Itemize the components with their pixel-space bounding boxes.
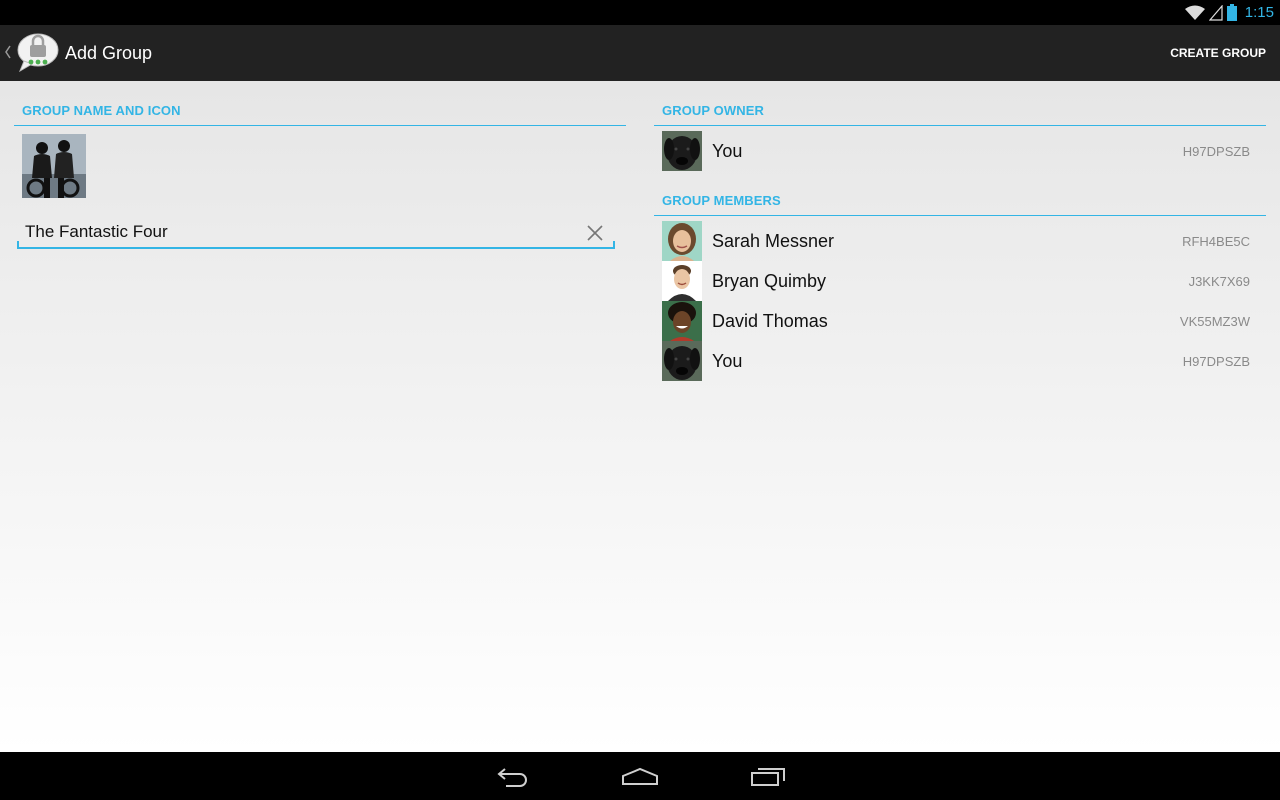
member-name: Sarah Messner <box>712 231 835 251</box>
member-name: Bryan Quimby <box>712 271 827 291</box>
field-edge <box>17 241 19 247</box>
member-id: H97DPSZB <box>1182 354 1250 369</box>
chevron-left-icon[interactable] <box>4 45 14 62</box>
member-name: You <box>712 351 743 371</box>
member-id: RFH4BE5C <box>1182 234 1250 249</box>
app-icon[interactable] <box>16 31 60 75</box>
action-bar-title: Add Group <box>65 42 153 63</box>
group-photo <box>22 134 86 198</box>
member-row[interactable]: You H97DPSZB <box>662 341 1266 381</box>
status-icons: 1:15 <box>1184 3 1274 22</box>
group-icon[interactable] <box>22 134 86 198</box>
section-divider <box>14 125 626 126</box>
group-owner-section-header: GROUP OWNER <box>662 103 764 118</box>
clear-icon[interactable] <box>585 223 605 243</box>
member-row[interactable]: Bryan Quimby J3KK7X69 <box>662 261 1266 301</box>
member-id: J3KK7X69 <box>1188 274 1250 289</box>
battery-icon <box>1226 4 1237 21</box>
member-name: You <box>712 141 743 161</box>
man-avatar <box>662 261 702 301</box>
status-bar: 1:15 <box>0 0 1280 25</box>
status-time: 1:15 <box>1244 4 1274 21</box>
back-icon[interactable] <box>492 762 532 790</box>
wifi-icon <box>1184 5 1205 20</box>
group-members-section-header: GROUP MEMBERS <box>662 193 781 208</box>
member-row[interactable]: Sarah Messner RFH4BE5C <box>662 221 1266 261</box>
section-divider <box>654 215 1266 216</box>
home-icon[interactable] <box>620 762 660 790</box>
action-bar: Add Group CREATE GROUP <box>0 25 1280 81</box>
member-name: David Thomas <box>712 311 828 331</box>
group-name-field[interactable] <box>17 217 615 249</box>
signal-icon <box>1208 4 1223 21</box>
dog-avatar <box>662 341 702 381</box>
group-name-input[interactable] <box>25 221 575 243</box>
dog-avatar <box>662 131 702 171</box>
member-id: VK55MZ3W <box>1179 314 1250 329</box>
member-id: H97DPSZB <box>1182 144 1250 159</box>
member-row[interactable]: David Thomas VK55MZ3W <box>662 301 1266 341</box>
recent-apps-icon[interactable] <box>748 762 788 790</box>
smiling-man-avatar <box>662 301 702 341</box>
group-name-section-header: GROUP NAME AND ICON <box>22 103 181 118</box>
woman-avatar <box>662 221 702 261</box>
field-edge <box>613 241 615 247</box>
owner-row[interactable]: You H97DPSZB <box>662 131 1266 171</box>
section-divider <box>654 125 1266 126</box>
content-area: GROUP NAME AND ICON GROUP OWNER <box>0 81 1280 752</box>
navigation-bar <box>0 752 1280 800</box>
create-group-button[interactable]: CREATE GROUP <box>1166 25 1270 81</box>
secure-chat-lock-icon <box>17 33 59 73</box>
